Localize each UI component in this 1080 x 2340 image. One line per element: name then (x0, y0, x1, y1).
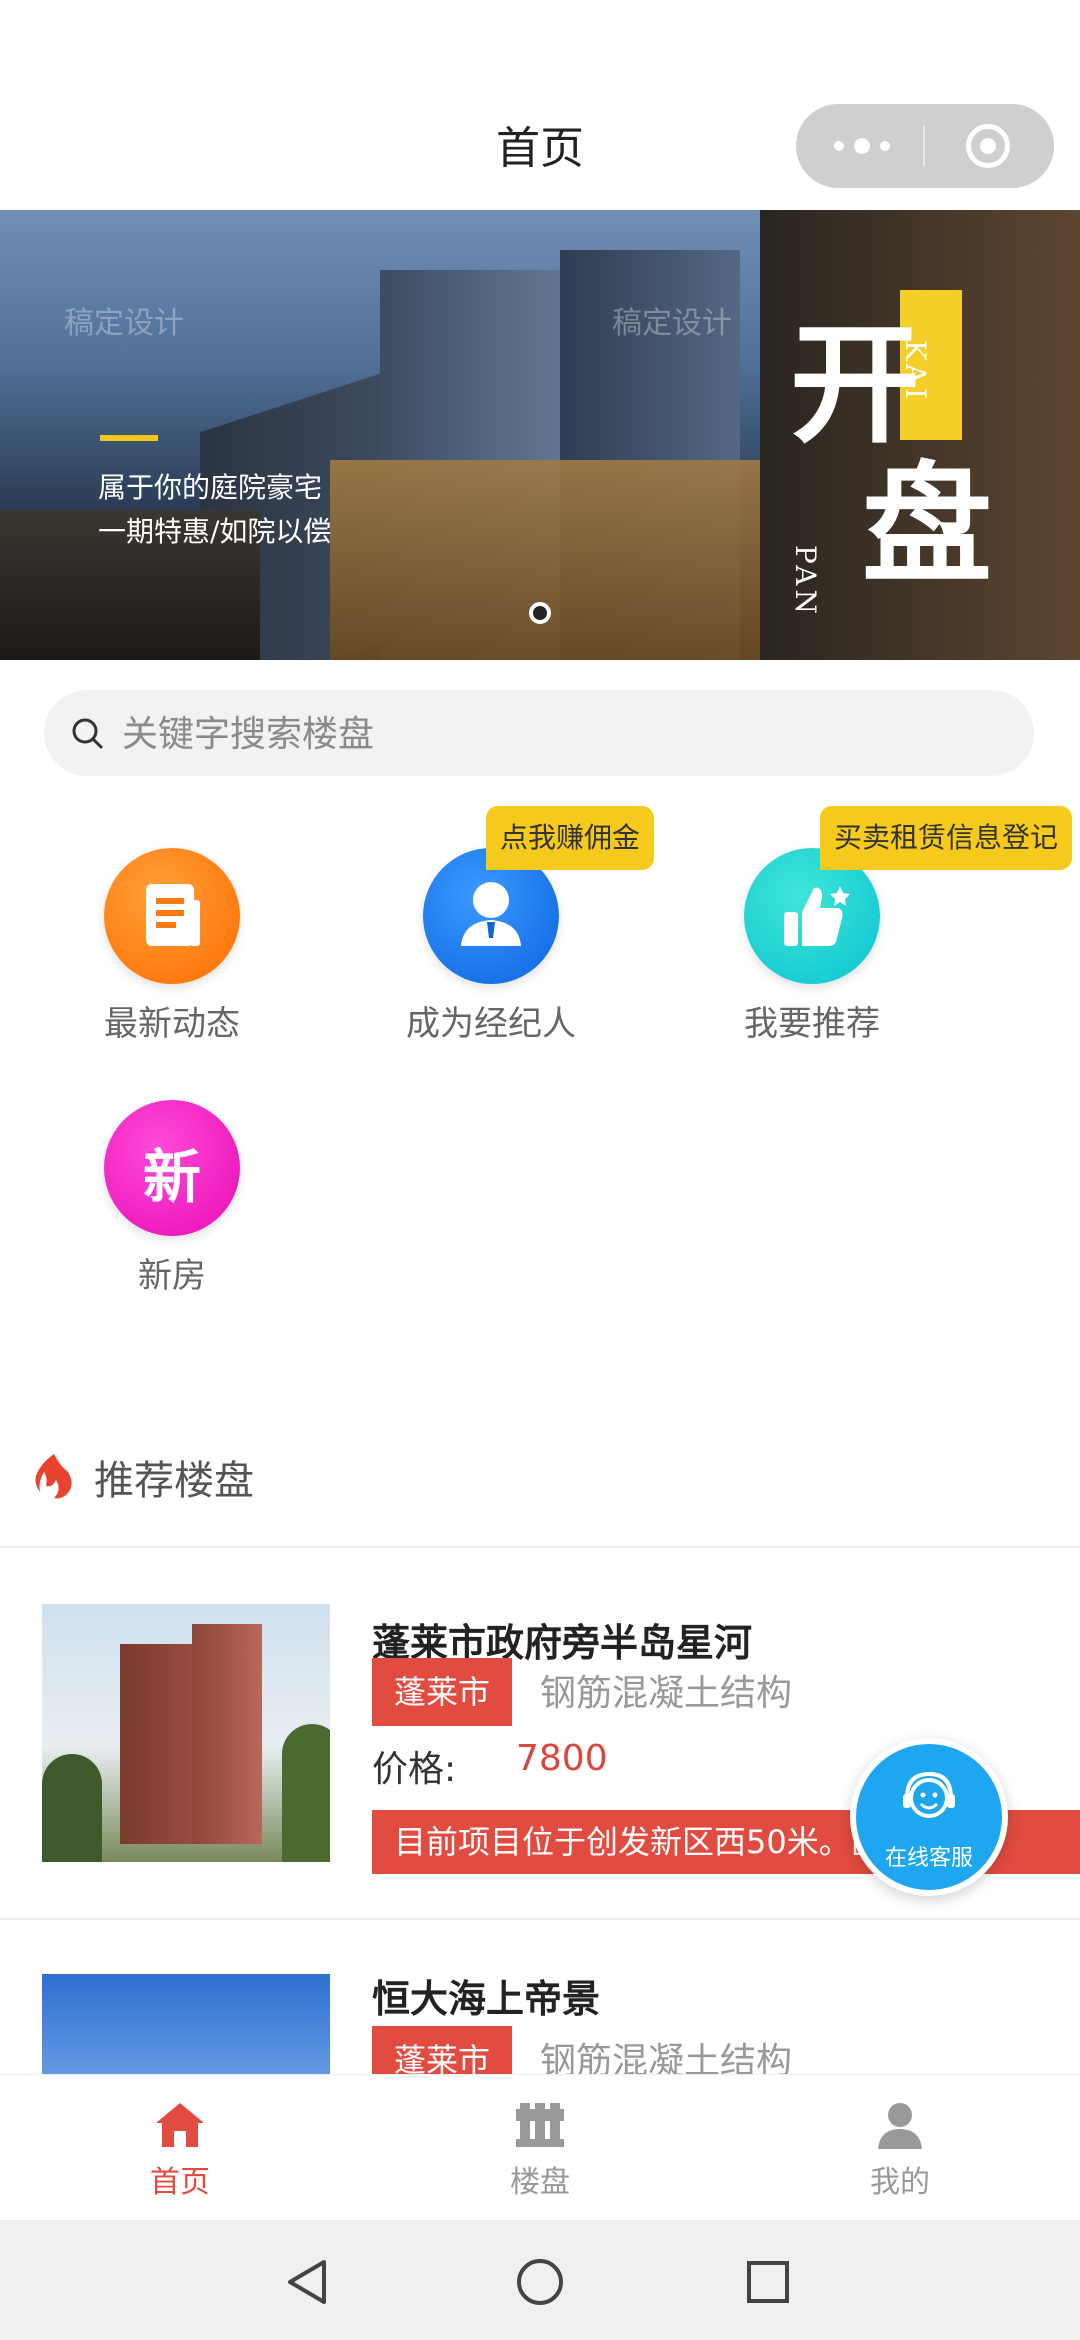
listing-title[interactable]: 恒大海上帝景 (372, 1968, 600, 2023)
news-document-icon (104, 848, 240, 984)
nav-become-agent[interactable]: 成为经纪人 (361, 848, 621, 1045)
commission-badge[interactable]: 点我赚佣金 (486, 806, 655, 870)
system-navigation-bar (0, 2220, 1080, 2340)
buildings-icon (516, 2103, 564, 2147)
building-shape (192, 1624, 262, 1844)
online-service-button[interactable]: 在线客服 (850, 1738, 1008, 1896)
tab-buildings[interactable]: 楼盘 (440, 2101, 640, 2201)
service-label: 在线客服 (884, 1846, 973, 1871)
slogan-accent-line (100, 435, 158, 441)
nav-new-house[interactable]: 新 新房 (42, 1100, 302, 1297)
banner-slogan: 属于你的庭院豪宅 一期特惠/如院以偿 (98, 466, 331, 554)
listing-thumbnail (42, 1604, 330, 1862)
nav-label: 我要推荐 (744, 1004, 880, 1044)
structure-text: 钢筋混凝土结构 (540, 1673, 793, 1714)
new-house-icon: 新 (104, 1100, 240, 1236)
tree-shape (42, 1754, 102, 1862)
nav-label: 成为经纪人 (406, 1004, 576, 1044)
watermark-text: 稿定设计 (64, 306, 184, 341)
slogan-line-1: 属于你的庭院豪宅 (98, 471, 323, 504)
listing-thumbnail (42, 1974, 330, 2074)
watermark-text: 稿定设计 (612, 306, 732, 341)
search-icon (72, 718, 103, 749)
tree-shape (282, 1724, 330, 1862)
headset-icon (903, 1771, 955, 1818)
city-tag: 蓬莱市 (372, 2026, 513, 2074)
search-input[interactable] (120, 704, 1004, 764)
register-info-badge[interactable]: 买卖租赁信息登记 (820, 806, 1073, 870)
tab-label: 我的 (870, 2165, 930, 2200)
capsule-divider (923, 126, 925, 166)
profile-icon (878, 2103, 922, 2149)
new-glyph: 新 (142, 1143, 201, 1211)
home-icon (156, 2103, 204, 2147)
more-options-icon[interactable] (834, 128, 924, 164)
structure-text: 钢筋混凝土结构 (540, 2041, 793, 2074)
home-circle-icon[interactable] (516, 2258, 564, 2306)
banner-big-char-pan: 盘 (862, 448, 993, 601)
listing-card[interactable]: 恒大海上帝景 蓬莱市 钢筋混凝土结构 (0, 1920, 1080, 2074)
city-tag: 蓬莱市 (372, 1658, 513, 1726)
price-label: 价格: (372, 1749, 457, 1790)
search-bar[interactable] (44, 690, 1034, 776)
banner-carousel[interactable]: 稿定设计 稿定设计 属于你的庭院豪宅 一期特惠/如院以偿 开 盘 KAI PAN (0, 210, 1080, 660)
mini-program-capsule (796, 104, 1054, 188)
tab-mine[interactable]: 我的 (800, 2101, 1000, 2201)
tab-label: 楼盘 (510, 2165, 570, 2200)
header-bar: 首页 (0, 0, 1080, 211)
section-title: 推荐楼盘 (94, 1458, 254, 1504)
recent-apps-icon[interactable] (746, 2260, 790, 2304)
nav-label: 新房 (138, 1256, 206, 1296)
tab-home[interactable]: 首页 (80, 2101, 280, 2201)
nav-recommend[interactable]: 我要推荐 (682, 848, 942, 1045)
price-value: 7800 (516, 1738, 608, 1779)
nav-label: 最新动态 (104, 1004, 240, 1044)
tab-label: 首页 (150, 2165, 210, 2200)
banner-latin-kai: KAI (899, 340, 932, 404)
banner-latin-pan: PAN (789, 545, 822, 618)
nav-latest-news[interactable]: 最新动态 (42, 848, 302, 1045)
carousel-indicator-dot[interactable] (529, 602, 551, 624)
fire-icon (35, 1454, 72, 1499)
bottom-tab-bar: 首页 楼盘 我的 (0, 2074, 1080, 2221)
slogan-line-2: 一期特惠/如院以偿 (98, 515, 332, 548)
close-mini-program-icon[interactable] (966, 124, 1010, 168)
back-icon[interactable] (284, 2258, 328, 2306)
